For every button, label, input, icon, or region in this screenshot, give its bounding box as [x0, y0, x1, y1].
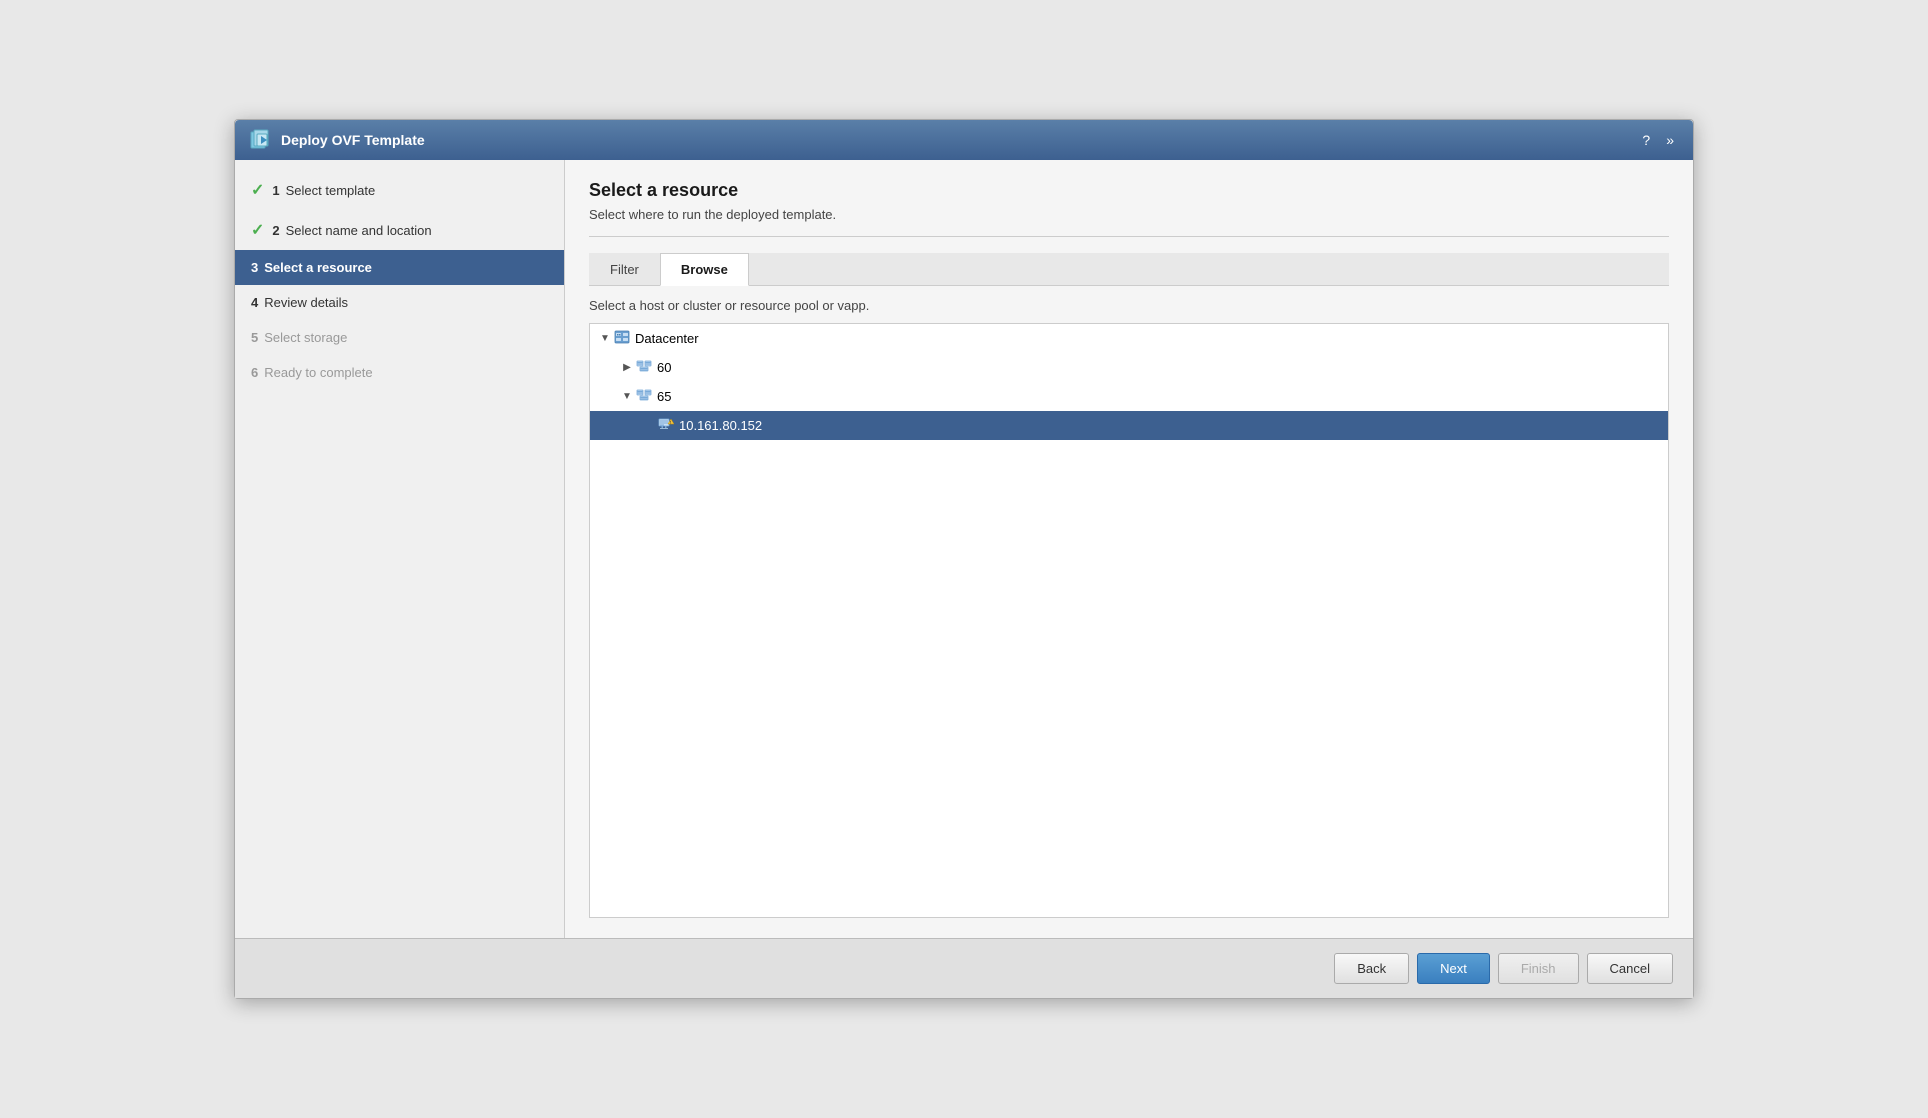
titlebar: Deploy OVF Template ? » — [235, 120, 1693, 160]
step-num-2: 2 — [272, 223, 279, 238]
sidebar-item-select-resource[interactable]: 3 Select a resource — [235, 250, 564, 285]
sidebar-item-review-details[interactable]: 4 Review details — [235, 285, 564, 320]
tabs-bar: Filter Browse — [589, 253, 1669, 286]
page-subheading: Select where to run the deployed templat… — [589, 207, 1669, 237]
tree-node-datacenter[interactable]: ▼ Datacenter — [590, 324, 1668, 353]
tree-container[interactable]: ▼ Datacenter — [589, 323, 1669, 918]
step-num-1: 1 — [272, 183, 279, 198]
step-num-3: 3 — [251, 260, 258, 275]
toggle-host — [642, 419, 656, 433]
cluster-65-label: 65 — [657, 389, 671, 404]
check-icon-1: ✓ — [251, 180, 264, 200]
page-heading: Select a resource — [589, 180, 1669, 201]
help-button[interactable]: ? — [1637, 130, 1655, 150]
datacenter-icon — [614, 329, 630, 348]
sidebar-item-select-template[interactable]: ✓ 1 Select template — [235, 170, 564, 210]
sidebar-item-select-storage: 5 Select storage — [235, 320, 564, 355]
tab-browse[interactable]: Browse — [660, 253, 749, 286]
cluster-60-label: 60 — [657, 360, 671, 375]
toggle-cluster-65[interactable]: ▼ — [620, 390, 634, 404]
dialog-icon — [249, 128, 273, 152]
sidebar-label-6: Ready to complete — [264, 365, 372, 380]
finish-button: Finish — [1498, 953, 1579, 984]
host-label: 10.161.80.152 — [679, 418, 762, 433]
back-button[interactable]: Back — [1334, 953, 1409, 984]
sidebar-label-5: Select storage — [264, 330, 347, 345]
host-warn-icon: ! — [658, 416, 674, 435]
step-num-6: 6 — [251, 365, 258, 380]
cancel-button[interactable]: Cancel — [1587, 953, 1673, 984]
cluster-65-icon — [636, 387, 652, 406]
sidebar-label-3: Select a resource — [264, 260, 372, 275]
tree-node-host[interactable]: ! 10.161.80.152 — [590, 411, 1668, 440]
tree-node-cluster-65[interactable]: ▼ 65 — [590, 382, 1668, 411]
cluster-60-icon — [636, 358, 652, 377]
sidebar-item-ready-to-complete: 6 Ready to complete — [235, 355, 564, 390]
sidebar-label-2: Select name and location — [286, 223, 432, 238]
dialog-footer: Back Next Finish Cancel — [235, 938, 1693, 998]
next-button[interactable]: Next — [1417, 953, 1490, 984]
expand-button[interactable]: » — [1661, 130, 1679, 150]
step-num-5: 5 — [251, 330, 258, 345]
toggle-cluster-60[interactable]: ▶ — [620, 361, 634, 375]
tree-node-cluster-60[interactable]: ▶ 60 — [590, 353, 1668, 382]
deploy-ovf-dialog: Deploy OVF Template ? » ✓ 1 Select templ… — [234, 119, 1694, 999]
toggle-datacenter[interactable]: ▼ — [598, 332, 612, 346]
sidebar-label-1: Select template — [286, 183, 376, 198]
tab-filter[interactable]: Filter — [589, 253, 660, 286]
datacenter-label: Datacenter — [635, 331, 699, 346]
svg-text:!: ! — [670, 420, 671, 425]
check-icon-2: ✓ — [251, 220, 264, 240]
main-content: Select a resource Select where to run th… — [565, 160, 1693, 938]
dialog-body: ✓ 1 Select template ✓ 2 Select name and … — [235, 160, 1693, 938]
sidebar-item-select-name-location[interactable]: ✓ 2 Select name and location — [235, 210, 564, 250]
step-num-4: 4 — [251, 295, 258, 310]
dialog-title: Deploy OVF Template — [281, 132, 1637, 148]
browse-instruction: Select a host or cluster or resource poo… — [589, 298, 1669, 313]
titlebar-actions: ? » — [1637, 130, 1679, 150]
sidebar-label-4: Review details — [264, 295, 348, 310]
sidebar: ✓ 1 Select template ✓ 2 Select name and … — [235, 160, 565, 938]
